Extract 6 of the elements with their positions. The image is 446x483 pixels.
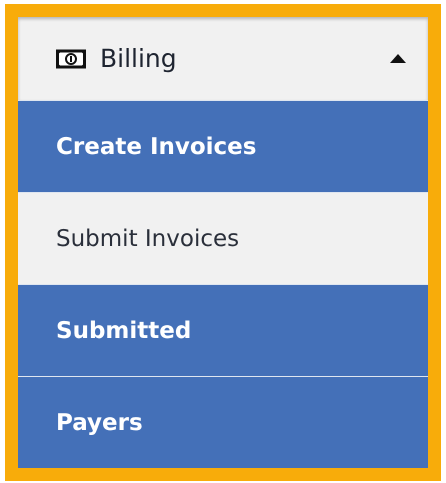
menu-title: Billing <box>100 44 178 73</box>
menu-header[interactable]: Billing <box>18 17 428 100</box>
menu-item[interactable]: Create Invoices <box>18 100 428 192</box>
menu-item[interactable]: Payers <box>18 376 428 468</box>
menu-item[interactable]: Submitted <box>18 284 428 376</box>
banknote-icon <box>56 48 86 68</box>
